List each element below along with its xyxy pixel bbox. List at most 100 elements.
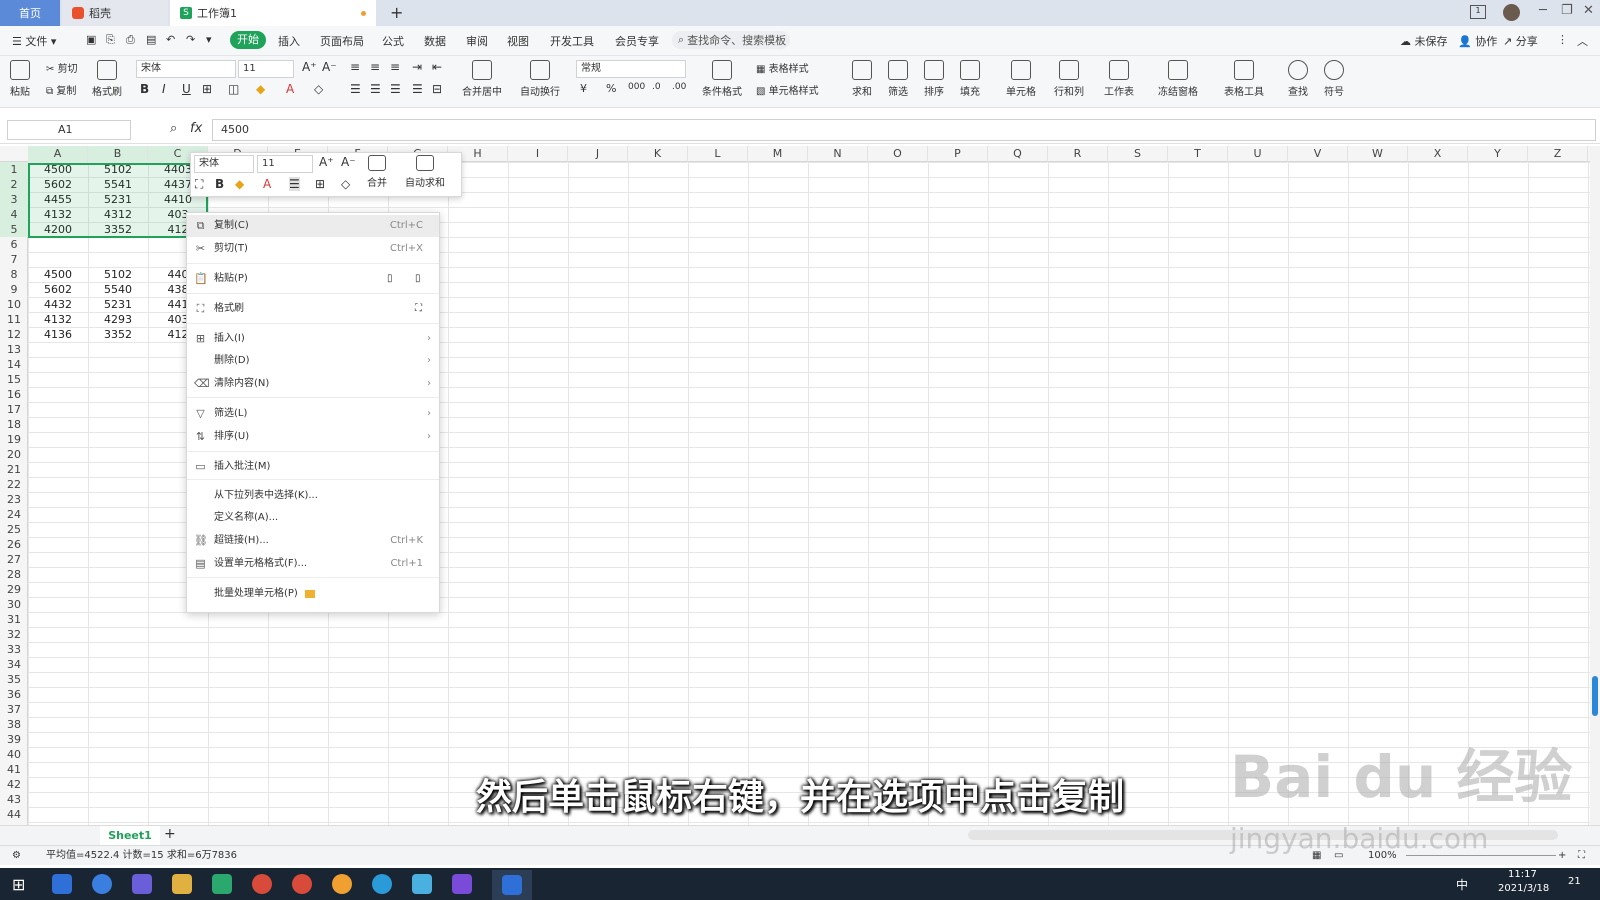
table-cell[interactable]: 5540 — [88, 282, 148, 297]
menu-start[interactable]: 开始 — [230, 31, 266, 49]
sogou-icon[interactable] — [92, 874, 112, 894]
table-cell[interactable]: 5602 — [28, 282, 88, 297]
menu-page-layout[interactable]: 页面布局 — [320, 33, 364, 49]
row-header[interactable]: 13 — [0, 342, 28, 357]
column-header[interactable]: W — [1348, 146, 1408, 162]
justify-icon[interactable]: ☰ — [412, 82, 423, 96]
format-painter-button[interactable]: 格式刷 — [92, 60, 122, 98]
row-header[interactable]: 20 — [0, 447, 28, 462]
column-header[interactable]: S — [1108, 146, 1168, 162]
menu-formula[interactable]: 公式 — [382, 33, 404, 49]
menu-data[interactable]: 数据 — [424, 33, 446, 49]
row-header[interactable]: 33 — [0, 642, 28, 657]
browser-icon[interactable] — [52, 874, 72, 894]
table-cell[interactable]: 4432 — [28, 297, 88, 312]
number-format-select[interactable]: 常规 — [576, 60, 686, 78]
column-header[interactable]: O — [868, 146, 928, 162]
cell-fill-icon[interactable]: ◫ — [228, 82, 239, 96]
table-cell[interactable]: 4132 — [28, 312, 88, 327]
row-header[interactable]: 40 — [0, 747, 28, 762]
align-center-icon[interactable]: ☰ — [370, 82, 381, 96]
menu-review[interactable]: 审阅 — [466, 33, 488, 49]
worksheet-button[interactable]: 工作表 — [1104, 60, 1134, 98]
indent-icon[interactable]: ⇥ — [412, 60, 422, 74]
app-icon[interactable] — [132, 874, 152, 894]
vertical-scrollbar[interactable] — [1590, 146, 1600, 825]
column-header[interactable]: B — [88, 146, 148, 162]
mini-clear-icon[interactable]: ◇ — [341, 177, 350, 191]
table-style-button[interactable]: ▦ 表格样式 — [756, 60, 809, 75]
wps-taskbar-item[interactable] — [492, 870, 532, 900]
unsaved-button[interactable]: ☁ 未保存 — [1400, 33, 1448, 49]
percent-icon[interactable]: % — [606, 82, 616, 95]
row-header[interactable]: 1 — [0, 162, 28, 177]
context-menu-item[interactable]: 定义名称(A)... — [187, 507, 439, 529]
file-explorer-icon[interactable] — [172, 874, 192, 894]
column-header[interactable]: Z — [1528, 146, 1588, 162]
context-menu-item[interactable]: ⧉ 复制(C) Ctrl+C — [187, 215, 439, 237]
find-button[interactable]: 查找 — [1288, 60, 1308, 98]
collab-button[interactable]: 👤 协作 — [1458, 33, 1497, 49]
merge-center-button[interactable]: 合并居中 — [462, 60, 502, 98]
row-header[interactable]: 22 — [0, 477, 28, 492]
clear-format-icon[interactable]: ◇ — [314, 82, 323, 96]
table-cell[interactable]: 4136 — [28, 327, 88, 342]
context-menu-item[interactable]: 从下拉列表中选择(K)... — [187, 485, 439, 507]
cell-button[interactable]: 单元格 — [1006, 60, 1036, 98]
row-header[interactable]: 16 — [0, 387, 28, 402]
column-header[interactable]: P — [928, 146, 988, 162]
formula-input[interactable]: 4500 — [212, 119, 1596, 141]
chrome2-icon[interactable] — [292, 874, 312, 894]
row-header[interactable]: 2 — [0, 177, 28, 192]
mini-size-select[interactable]: 11 — [257, 155, 313, 173]
row-header[interactable]: 27 — [0, 552, 28, 567]
file-menu[interactable]: ☰ 文件 ▾ — [12, 33, 56, 49]
mini-font-color-icon[interactable]: A — [263, 177, 271, 191]
context-menu-item[interactable]: ⌫ 清除内容(N) › — [187, 373, 439, 395]
fill-button[interactable]: 填充 — [960, 60, 980, 98]
menu-member[interactable]: 会员专享 — [615, 33, 659, 49]
table-tools-button[interactable]: 表格工具 — [1224, 60, 1264, 98]
row-header[interactable]: 31 — [0, 612, 28, 627]
row-header[interactable]: 3 — [0, 192, 28, 207]
outdent-icon[interactable]: ⇤ — [432, 60, 442, 74]
column-header[interactable]: I — [508, 146, 568, 162]
more-icon[interactable]: ⋮ — [1557, 33, 1568, 46]
row-header[interactable]: 26 — [0, 537, 28, 552]
context-menu-item[interactable]: ⛶ 格式刷 ⛶ — [187, 298, 439, 320]
table-cell[interactable]: 4293 — [88, 312, 148, 327]
distribute-icon[interactable]: ⊟ — [432, 82, 442, 96]
avatar[interactable] — [1503, 4, 1520, 21]
context-menu-item[interactable]: 批量处理单元格(P) — [187, 583, 439, 605]
share-button[interactable]: ↗ 分享 — [1503, 33, 1538, 49]
fx-icon[interactable]: fx — [190, 121, 202, 136]
windows-start-icon[interactable]: ⊞ — [12, 875, 25, 894]
scroll-thumb[interactable] — [1592, 676, 1598, 716]
context-menu-item[interactable]: 📋 粘贴(P) ▯ ▯ — [187, 268, 439, 290]
menu-insert[interactable]: 插入 — [278, 33, 300, 49]
column-header[interactable]: U — [1228, 146, 1288, 162]
sum-button[interactable]: 求和 — [852, 60, 872, 98]
decrease-decimal-icon[interactable]: .00 — [672, 82, 686, 92]
row-header[interactable]: 8 — [0, 267, 28, 282]
qq-browser-icon[interactable] — [372, 874, 392, 894]
row-header[interactable]: 23 — [0, 492, 28, 507]
paste-keep-icon[interactable]: ▯ — [415, 268, 421, 290]
italic-icon[interactable]: I — [162, 82, 166, 96]
column-header[interactable]: N — [808, 146, 868, 162]
quick-access-dropdown-icon[interactable]: ▾ — [206, 33, 212, 46]
cut-button[interactable]: ✂ 剪切 — [46, 60, 78, 75]
sort-button[interactable]: 排序 — [924, 60, 944, 98]
column-header[interactable]: Y — [1468, 146, 1528, 162]
row-header[interactable]: 21 — [0, 462, 28, 477]
row-header[interactable]: 18 — [0, 417, 28, 432]
font-grow-icon[interactable]: A⁺ — [302, 60, 317, 74]
minimize-icon[interactable]: ─ — [1539, 3, 1547, 18]
mini-format-painter-icon[interactable]: ⛶ — [195, 177, 203, 192]
row-header[interactable]: 17 — [0, 402, 28, 417]
clock-time[interactable]: 11:17 — [1508, 869, 1537, 880]
context-menu-item[interactable]: ▭ 插入批注(M) — [187, 456, 439, 478]
align-middle-icon[interactable]: ≡ — [370, 60, 380, 74]
media-icon[interactable] — [452, 874, 472, 894]
zoom-formula-icon[interactable]: ⌕ — [170, 121, 177, 136]
